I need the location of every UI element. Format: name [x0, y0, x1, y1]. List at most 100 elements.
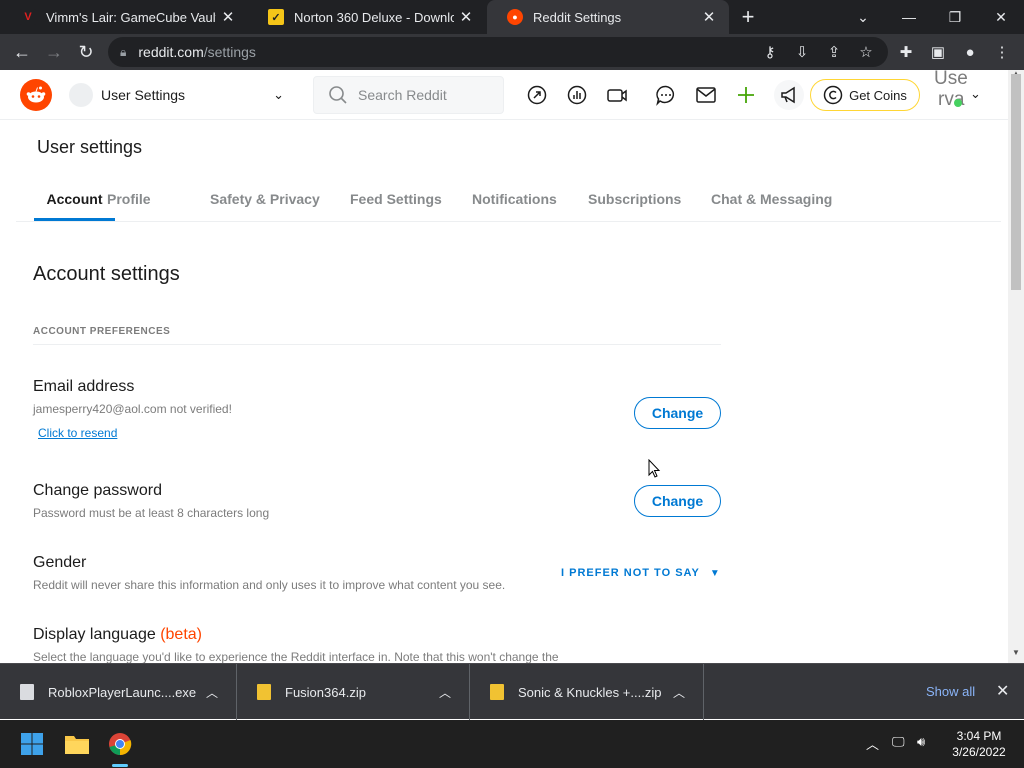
user-menu[interactable]: Use rva ⌄ — [930, 68, 990, 120]
scrollbar-thumb[interactable] — [1011, 74, 1021, 290]
close-icon[interactable]: ✕ — [216, 5, 240, 29]
browser-tab[interactable]: V Vimm's Lair: GameCube Vault ✕ — [0, 0, 248, 34]
network-icon[interactable]: 🖵︎ — [892, 734, 905, 750]
download-item[interactable]: Sonic & Knuckles +....zip ︿ — [470, 664, 704, 720]
restore-button[interactable]: ❐ — [932, 0, 978, 34]
download-filename: Sonic & Knuckles +....zip — [518, 684, 662, 700]
tab-safety-privacy[interactable]: Safety & Privacy — [210, 186, 320, 221]
popular-icon[interactable] — [525, 83, 549, 107]
search-icon — [329, 86, 347, 104]
tab-profile[interactable]: Profile — [107, 186, 151, 221]
stats-icon[interactable] — [565, 83, 589, 107]
tab-search-icon[interactable]: ⌄ — [840, 0, 886, 34]
resend-link[interactable]: Click to resend — [38, 426, 117, 440]
search-input[interactable] — [358, 87, 498, 103]
download-shelf: RobloxPlayerLaunc....exe ︿ Fusion364.zip… — [0, 663, 1024, 720]
tab-subscriptions[interactable]: Subscriptions — [588, 186, 681, 221]
back-button[interactable]: ← — [10, 40, 34, 64]
change-email-button[interactable]: Change — [634, 397, 721, 429]
chevron-up-icon[interactable]: ︿ — [439, 684, 451, 701]
user-avatar — [69, 83, 93, 107]
close-icon[interactable]: ✕ — [996, 681, 1009, 701]
language-title: Display language (beta) — [33, 626, 202, 643]
video-icon[interactable] — [605, 83, 629, 107]
get-coins-label: Get Coins — [849, 87, 907, 103]
chevron-up-icon[interactable]: ︿ — [206, 684, 218, 701]
caret-down-icon: ▼ — [709, 567, 721, 579]
tab-account[interactable]: Account — [34, 186, 115, 221]
active-app-indicator — [112, 764, 128, 767]
minimize-button[interactable]: — — [886, 0, 932, 34]
browser-tab-active[interactable]: ● Reddit Settings ✕ — [487, 0, 729, 34]
get-coins-button[interactable]: Get Coins — [810, 79, 920, 111]
new-tab-button[interactable]: + — [736, 4, 760, 29]
online-status-dot — [954, 99, 962, 107]
search-box[interactable] — [313, 76, 504, 114]
windows-taskbar: ︿ 🖵︎ 🔊︎ 3:04 PM 3/26/2022 — [0, 720, 1024, 768]
email-title: Email address — [33, 378, 135, 395]
mail-icon[interactable] — [694, 83, 718, 107]
browser-tab-strip: V Vimm's Lair: GameCube Vault ✕ ✓ Norton… — [0, 0, 1024, 34]
install-app-icon[interactable]: ⇩ — [790, 40, 814, 64]
tab-chat-messaging[interactable]: Chat & Messaging — [711, 186, 832, 221]
tab-feed-settings[interactable]: Feed Settings — [350, 186, 442, 221]
zip-file-icon — [490, 684, 504, 700]
language-desc: Select the language you'd like to experi… — [33, 650, 559, 664]
email-value: jamesperry420@aol.com not verified! — [33, 402, 232, 416]
close-icon[interactable]: ✕ — [697, 5, 721, 29]
menu-kebab-icon[interactable]: ⋮ — [990, 40, 1014, 64]
forward-button[interactable]: → — [42, 40, 66, 64]
coin-icon — [823, 85, 843, 105]
vimm-icon: V — [20, 9, 36, 25]
extensions-icon[interactable]: ✚ — [894, 40, 918, 64]
download-filename: RobloxPlayerLaunc....exe — [48, 684, 197, 700]
chrome-icon[interactable] — [106, 730, 134, 758]
gender-value: I PREFER NOT TO SAY — [561, 567, 700, 579]
mouse-cursor-icon — [648, 459, 661, 478]
side-panel-icon[interactable]: ▣ — [926, 40, 950, 64]
tab-notifications[interactable]: Notifications — [472, 186, 557, 221]
home-dropdown[interactable]: User Settings ⌄ — [66, 77, 294, 113]
profile-icon[interactable]: ● — [958, 40, 982, 64]
section-title: Account settings — [33, 263, 180, 285]
gender-title: Gender — [33, 554, 87, 571]
download-filename: Fusion364.zip — [285, 684, 366, 700]
share-icon[interactable]: ⇪ — [822, 40, 846, 64]
show-all-downloads-link[interactable]: Show all — [926, 684, 975, 699]
gender-desc: Reddit will never share this information… — [33, 578, 506, 592]
bookmark-star-icon[interactable]: ☆ — [854, 40, 878, 64]
download-item[interactable]: RobloxPlayerLaunc....exe ︿ — [0, 664, 237, 720]
chevron-down-icon: ⌄ — [273, 87, 284, 102]
scroll-down-icon[interactable]: ▼ — [1012, 648, 1020, 657]
browser-tab[interactable]: ✓ Norton 360 Deluxe - Download ✕ — [248, 0, 486, 34]
chevron-up-icon[interactable]: ︿ — [673, 684, 685, 701]
advertise-icon[interactable] — [774, 80, 804, 110]
create-post-icon[interactable] — [734, 83, 758, 107]
system-clock[interactable]: 3:04 PM 3/26/2022 — [944, 728, 1014, 760]
browser-toolbar: ← → ↻ 🔒︎ reddit.com/settings ⚷ ⇩ ⇪ ☆ ✚ ▣… — [0, 34, 1024, 70]
tab-title: Norton 360 Deluxe - Download — [294, 9, 454, 25]
change-password-button[interactable]: Change — [634, 485, 721, 517]
home-dropdown-label: User Settings — [101, 87, 186, 103]
tray-overflow-icon[interactable]: ︿ — [866, 734, 879, 753]
tab-title: Reddit Settings — [533, 9, 622, 25]
file-explorer-icon[interactable] — [63, 730, 91, 758]
lock-icon[interactable]: 🔒︎ — [120, 45, 126, 60]
vertical-scrollbar[interactable]: ▲ ▼ — [1008, 69, 1024, 663]
section-subtitle: ACCOUNT PREFERENCES — [33, 326, 171, 337]
chat-icon[interactable] — [654, 83, 678, 107]
clock-time: 3:04 PM — [956, 729, 1002, 743]
user-name: Use — [934, 68, 968, 89]
gender-select[interactable]: I PREFER NOT TO SAY ▼ — [561, 564, 721, 582]
url-text: reddit.com/settings — [138, 44, 256, 60]
volume-icon[interactable]: 🔊︎ — [917, 734, 925, 750]
reddit-header: User Settings ⌄ Get Coins Use rva ⌄ — [0, 68, 1008, 120]
download-item[interactable]: Fusion364.zip ︿ — [237, 664, 470, 720]
close-window-button[interactable]: ✕ — [978, 0, 1024, 34]
windows-start-icon[interactable] — [18, 730, 46, 758]
close-icon[interactable]: ✕ — [454, 5, 478, 29]
reddit-logo[interactable] — [20, 79, 52, 111]
key-icon[interactable]: ⚷ — [758, 40, 782, 64]
tab-title: Vimm's Lair: GameCube Vault — [46, 9, 216, 25]
reload-button[interactable]: ↻ — [74, 40, 98, 64]
